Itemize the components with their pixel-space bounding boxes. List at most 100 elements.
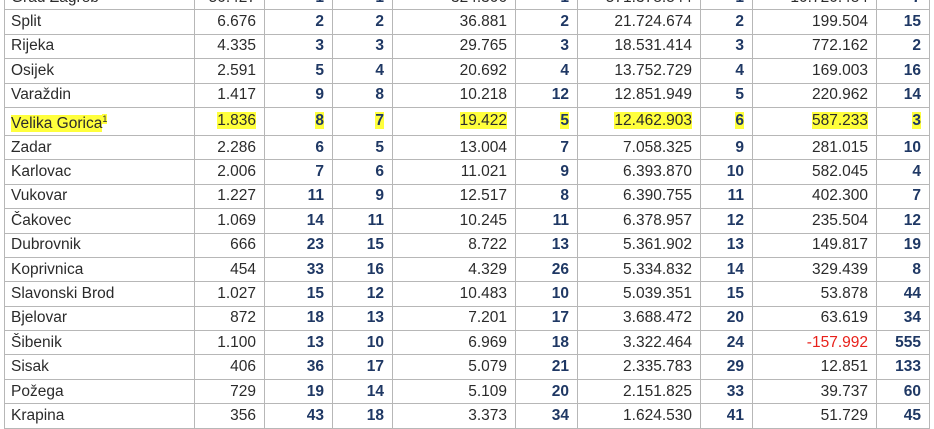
value-cell-1-text: 729: [230, 382, 256, 400]
city-name-cell-text: Šibenik: [11, 333, 62, 351]
rank-cell-2: 16: [332, 256, 393, 283]
rank-cell-3-text: 3: [560, 37, 569, 55]
value-cell-1: 4.335: [194, 33, 265, 60]
value-cell-1: 1.227: [194, 183, 265, 210]
rank-cell-3: 11: [515, 208, 578, 234]
rank-cell-5-text: 7: [912, 0, 921, 6]
value-cell-2-text: 10.483: [459, 284, 507, 302]
value-cell-3: 21.724.674: [577, 9, 701, 35]
rank-cell-2: 14: [332, 378, 393, 405]
value-cell-4: 582.045: [752, 159, 877, 185]
value-cell-4-text: 329.439: [811, 260, 868, 278]
value-cell-4-text: 220.962: [811, 86, 868, 104]
rank-cell-3: 9: [515, 159, 578, 185]
rank-cell-4: 10: [700, 159, 753, 185]
rank-cell-5-text: 10: [903, 138, 921, 156]
rank-cell-2: 5: [332, 134, 393, 161]
value-cell-4: 63.619: [752, 305, 877, 332]
city-name-cell: Požega: [4, 378, 195, 405]
value-cell-2: 19.422: [392, 106, 516, 136]
rank-cell-4-text: 5: [735, 86, 744, 104]
rank-cell-2: 12: [332, 281, 393, 307]
city-name-cell-text: Rijeka: [11, 37, 55, 55]
value-cell-4: 53.878: [752, 281, 877, 307]
city-name-cell: Karlovac: [4, 159, 195, 185]
value-cell-1-text: 1.069: [217, 211, 256, 229]
rank-cell-2-text: 18: [366, 406, 384, 424]
rank-cell-4-text: 2: [735, 13, 744, 31]
rank-cell-5: 7: [876, 183, 930, 210]
rank-cell-4: 13: [700, 232, 753, 258]
city-name-cell: Zadar: [4, 134, 195, 161]
rank-cell-1: 1: [264, 0, 333, 11]
value-cell-3: 12.851.949: [577, 82, 701, 108]
value-cell-2-text: 11.021: [460, 163, 507, 181]
rank-cell-1-text: 18: [306, 309, 324, 327]
rank-cell-1-text: 23: [306, 236, 324, 254]
city-name-cell-text: Varaždin: [11, 86, 72, 104]
rank-cell-3: 21: [515, 354, 578, 380]
rank-cell-4-text: 14: [726, 260, 744, 278]
rank-cell-3: 2: [515, 9, 578, 35]
rank-cell-1: 2: [264, 9, 333, 35]
value-cell-4: -157.992: [752, 330, 877, 356]
rank-cell-4: 3: [700, 33, 753, 60]
rank-cell-1: 3: [264, 33, 333, 60]
rank-cell-3-text: 2: [560, 13, 569, 31]
value-cell-3-text: 13.752.729: [614, 61, 692, 79]
rank-cell-2: 1: [332, 0, 393, 11]
rank-cell-3-text: 7: [560, 138, 569, 156]
rank-cell-4: 41: [700, 403, 753, 429]
value-cell-1: 1.027: [194, 281, 265, 307]
rank-cell-1: 6: [264, 134, 333, 161]
city-name-cell-text: Slavonski Brod: [11, 284, 115, 302]
rank-cell-5: 2: [876, 33, 930, 60]
value-cell-3: 2.151.825: [577, 378, 701, 405]
rank-cell-1: 33: [264, 256, 333, 283]
rank-cell-2-text: 2: [375, 13, 384, 31]
value-cell-3: 18.531.414: [577, 33, 701, 60]
value-cell-3-text: 6.378.957: [623, 211, 692, 229]
rank-cell-5: 10: [876, 134, 930, 161]
value-cell-3: 12.462.903: [577, 106, 701, 136]
value-cell-4: 12.851: [752, 354, 877, 380]
rank-cell-5-text: 7: [912, 187, 921, 205]
value-cell-2: 4.329: [392, 256, 516, 283]
rank-cell-2-text: 10: [366, 333, 384, 351]
rank-cell-2: 6: [332, 159, 393, 185]
value-cell-1: 454: [194, 256, 265, 283]
rank-cell-2-text: 11: [367, 211, 384, 229]
value-cell-4: 587.233: [752, 106, 877, 136]
table-row: Koprivnica 454 33 16 4.329 26 5.334.832 14 329.4…: [4, 256, 930, 283]
rank-cell-5-text: 3: [912, 112, 921, 130]
value-cell-4: 149.817: [752, 232, 877, 258]
value-cell-1: 1.836: [194, 106, 265, 136]
rank-cell-3-text: 34: [551, 406, 569, 424]
rank-cell-5: 7: [876, 0, 930, 11]
rank-cell-4: 11: [700, 183, 753, 210]
city-name-cell: Krapina: [4, 403, 195, 429]
rank-cell-5: 555: [876, 330, 930, 356]
value-cell-3-text: 5.039.351: [623, 284, 692, 302]
table-row: Varaždin 1.417 9 8 10.218 12 12.851.949 5 220.96…: [4, 82, 930, 108]
rank-cell-5-text: 45: [903, 406, 921, 424]
value-cell-3: 13.752.729: [577, 58, 701, 84]
rank-cell-5-text: 15: [903, 13, 921, 31]
city-name-cell-text: Zadar: [11, 138, 52, 156]
rank-cell-5: 8: [876, 256, 930, 283]
rank-cell-5: 45: [876, 403, 930, 429]
rank-cell-2: 3: [332, 33, 393, 60]
rank-cell-3-text: 9: [560, 163, 569, 181]
value-cell-2-text: 4.329: [468, 260, 507, 278]
value-cell-2: 11.021: [392, 159, 516, 185]
city-name-cell-text: Dubrovnik: [11, 236, 81, 254]
city-name-cell-text: Velika Gorica: [11, 114, 103, 132]
rank-cell-1: 36: [264, 354, 333, 380]
value-cell-4: 220.962: [752, 82, 877, 108]
rank-cell-3-text: 18: [551, 333, 569, 351]
value-cell-1-text: 406: [230, 358, 256, 376]
value-cell-1-text: 6.676: [217, 13, 256, 31]
value-cell-1: 1.100: [194, 330, 265, 356]
rank-cell-4: 29: [700, 354, 753, 380]
value-cell-1-text: 2.591: [217, 61, 256, 79]
